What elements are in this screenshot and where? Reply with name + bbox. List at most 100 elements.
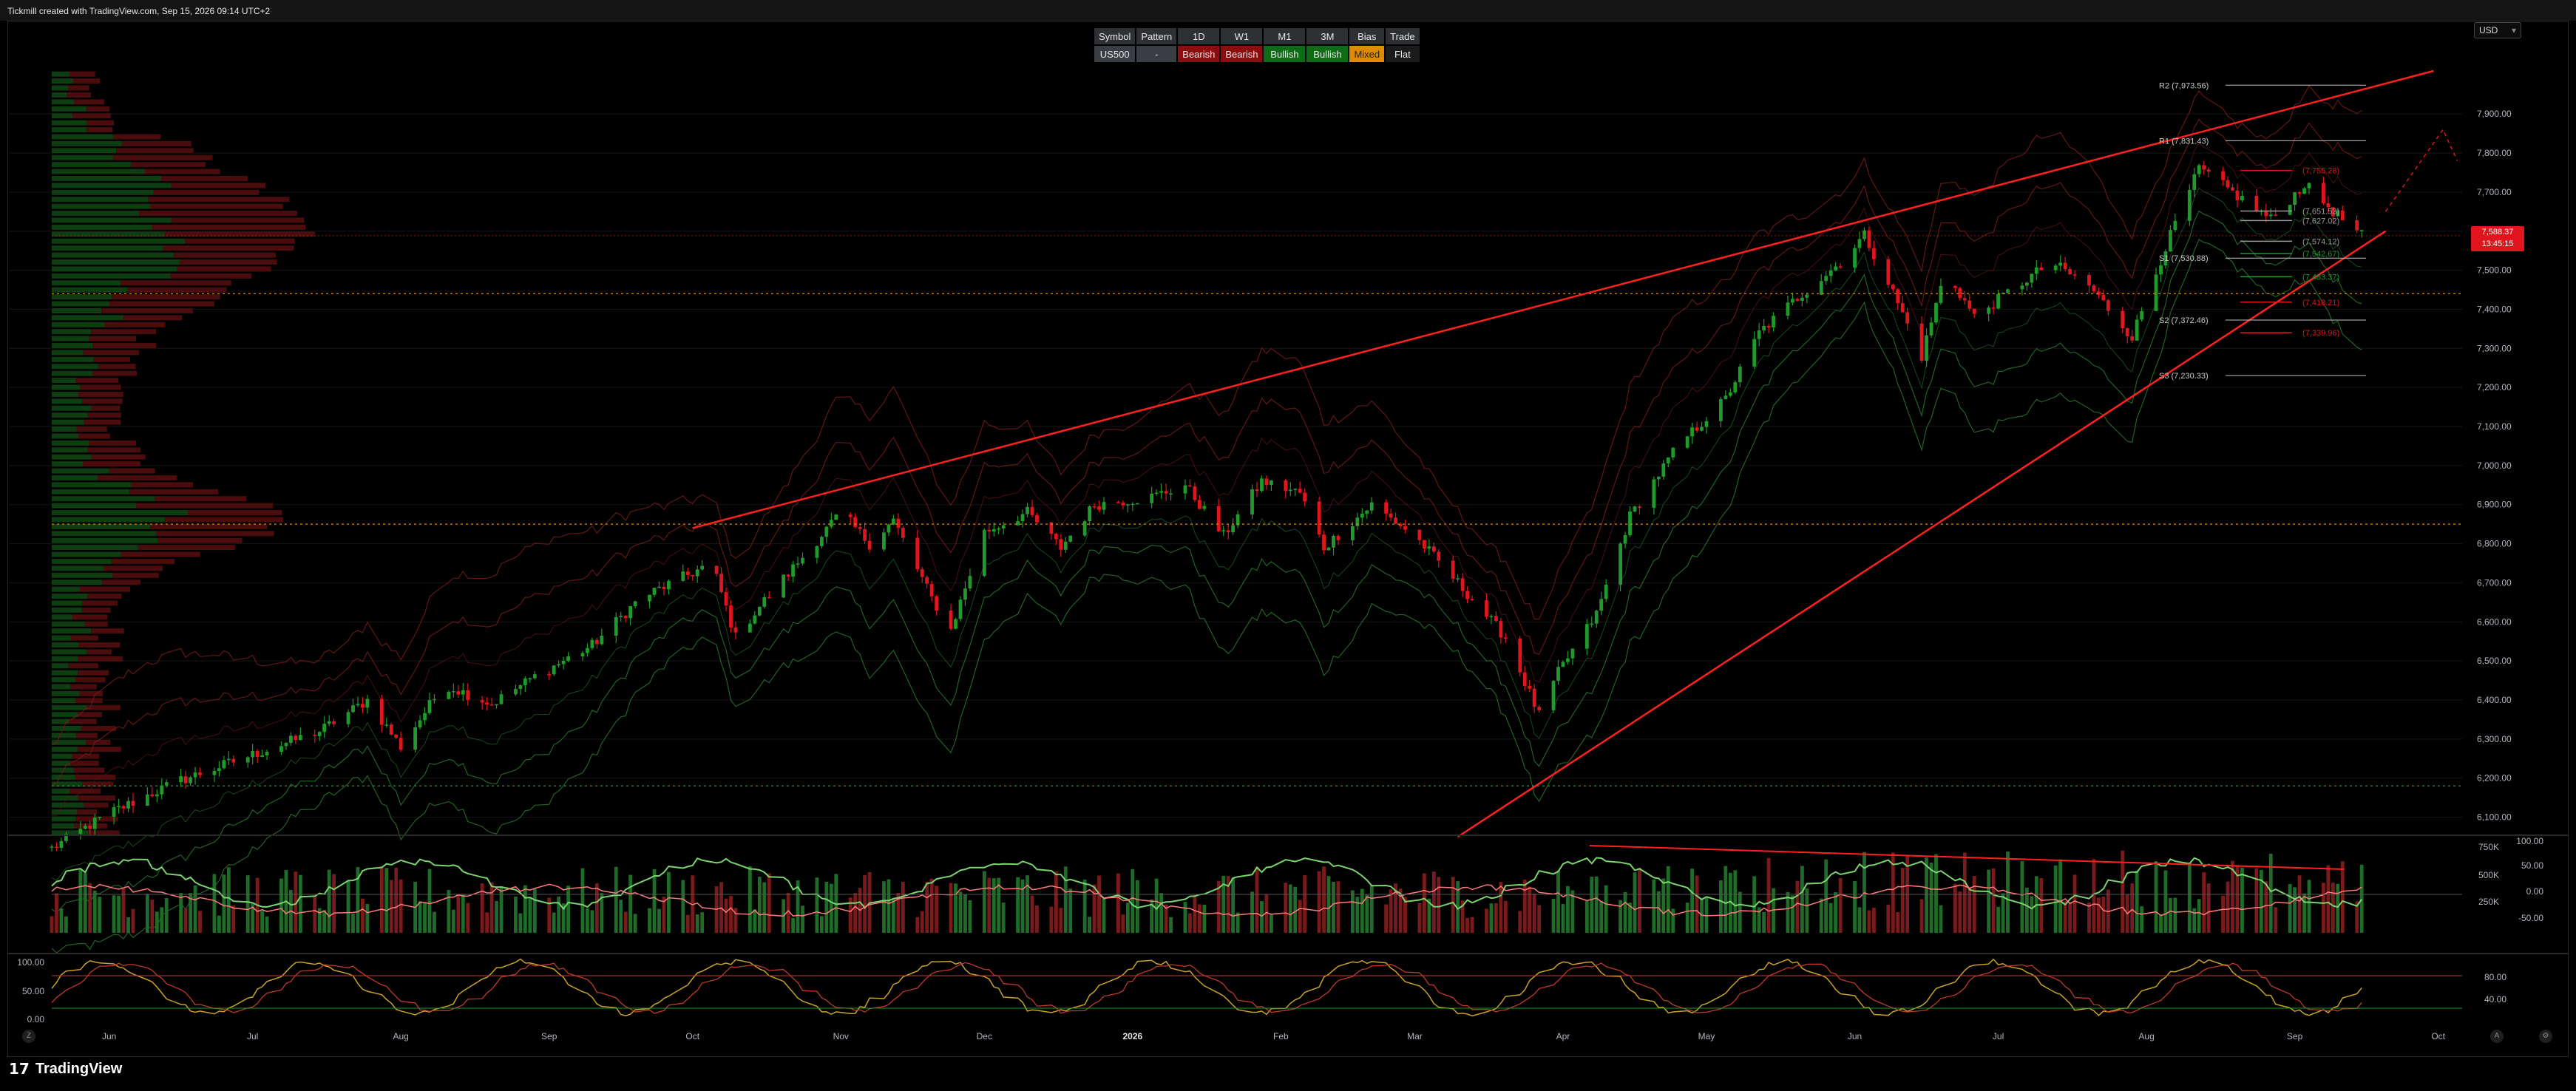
y-tick-label: 7,700.00 (2477, 187, 2512, 197)
tradingview-logo[interactable]: 𝟭𝟳 TradingView (9, 1058, 122, 1079)
candle-body (1260, 478, 1264, 492)
candle-body (695, 569, 699, 577)
volume-profile-buy (52, 663, 69, 669)
volume-bar (949, 883, 953, 933)
volume-profile-buy (52, 343, 93, 349)
candle-body (987, 529, 992, 532)
volume-bar (160, 907, 164, 933)
candle-body (346, 712, 350, 724)
volume-profile-buy (52, 551, 121, 557)
candle-body (729, 605, 733, 628)
candle-body (317, 732, 322, 736)
volume-profile-sell (91, 405, 121, 411)
candle-body (1905, 312, 1910, 324)
volume-profile-buy (52, 823, 75, 829)
volume-bar (2297, 875, 2302, 933)
candle-body (251, 750, 255, 758)
candle-body (1121, 503, 1125, 506)
volume-bar (466, 903, 470, 933)
volume-profile-buy (52, 628, 92, 634)
minor-level-label: (7,651.53) (2302, 207, 2339, 216)
candle-body (685, 571, 690, 575)
volume-profile-sell (102, 580, 140, 585)
candle-body (815, 546, 819, 558)
volume-bar (1733, 870, 1738, 933)
candle-body (379, 699, 384, 725)
volume-profile-sell (83, 461, 140, 467)
volume-bar (260, 911, 265, 933)
volume-bar (313, 895, 317, 933)
volume-bar (145, 894, 149, 933)
volume-bar (853, 893, 858, 933)
volume-bar (920, 911, 924, 933)
envelope-band (51, 187, 2362, 881)
pivot-level-label: R2 (7,973.56) (2159, 81, 2209, 90)
volume-profile-buy (52, 753, 72, 759)
volume-profile-sell (79, 586, 131, 592)
candle-body (2240, 196, 2244, 200)
candle-body (1202, 506, 1207, 509)
volume-profile-buy (52, 211, 140, 217)
volume-bar (155, 911, 159, 933)
volume-bar (1766, 857, 1771, 933)
gear-icon[interactable]: ⚙ (2539, 1030, 2552, 1043)
candle-body (1236, 514, 1240, 526)
candle-body (98, 816, 102, 818)
volume-profile-buy (52, 684, 71, 690)
candle-body (2187, 189, 2192, 221)
volume-profile-sell (82, 600, 118, 606)
candle-body (55, 846, 58, 848)
oscillator-tick-label: 100.00 (2516, 836, 2543, 846)
candle-body (1150, 493, 1154, 503)
candle-body (1594, 611, 1599, 624)
candle-body (2087, 274, 2091, 286)
volume-bar (1068, 888, 1073, 933)
candle-body (614, 616, 618, 636)
volume-bar (633, 914, 637, 933)
volume-bar (1695, 875, 1699, 933)
candle-body (1685, 436, 1689, 448)
candle-body (145, 794, 149, 806)
candle-body (1537, 707, 1542, 710)
volume-bar (489, 882, 494, 933)
volume-profile-buy (52, 503, 137, 509)
volume-profile-sell (171, 183, 266, 188)
volume-bar (1638, 867, 1641, 933)
candle-body (78, 829, 83, 835)
volume-bar (819, 916, 824, 933)
volume-profile-sell (75, 677, 106, 683)
currency-selector[interactable]: USD ▾ (2474, 22, 2521, 38)
volume-bar (1537, 905, 1542, 933)
candle-body (748, 623, 752, 633)
candle-body (1135, 503, 1139, 505)
volume-profile-buy (52, 189, 154, 195)
volume-bar (518, 913, 523, 933)
volume-bar (2169, 897, 2172, 933)
volume-bar (992, 878, 996, 933)
candle-body (1872, 248, 1876, 259)
candle-body (399, 738, 403, 750)
volume-profile-buy (52, 336, 89, 341)
y-tick-label: 6,200.00 (2477, 773, 2512, 784)
reset-scale-button[interactable]: Z (22, 1030, 35, 1043)
volume-bar (1001, 903, 1006, 933)
volume-bar (762, 882, 767, 933)
candle-body (2274, 214, 2278, 216)
volume-profile-sell (155, 496, 247, 502)
candle-body (1216, 506, 1221, 531)
volume-bar (1437, 877, 1441, 933)
auto-scale-button[interactable]: A (2490, 1030, 2504, 1043)
volume-profile-sell (92, 370, 137, 376)
candle-body (954, 619, 957, 629)
volume-bar (389, 880, 393, 933)
volume-bar (1886, 904, 1891, 933)
chart-canvas[interactable]: 6,100.00 6,200.00 6,300.00 6,400.00 6,500.00… (0, 0, 2576, 1091)
candle-body (1972, 308, 1976, 314)
volume-profile-sell (78, 433, 110, 439)
candle-body (1403, 526, 1407, 530)
candle-body (518, 685, 523, 690)
volume-bar (648, 908, 651, 933)
bias-value-symbol: US500 (1094, 46, 1136, 62)
candle-body (1867, 230, 1871, 248)
candle-body (2322, 183, 2325, 203)
